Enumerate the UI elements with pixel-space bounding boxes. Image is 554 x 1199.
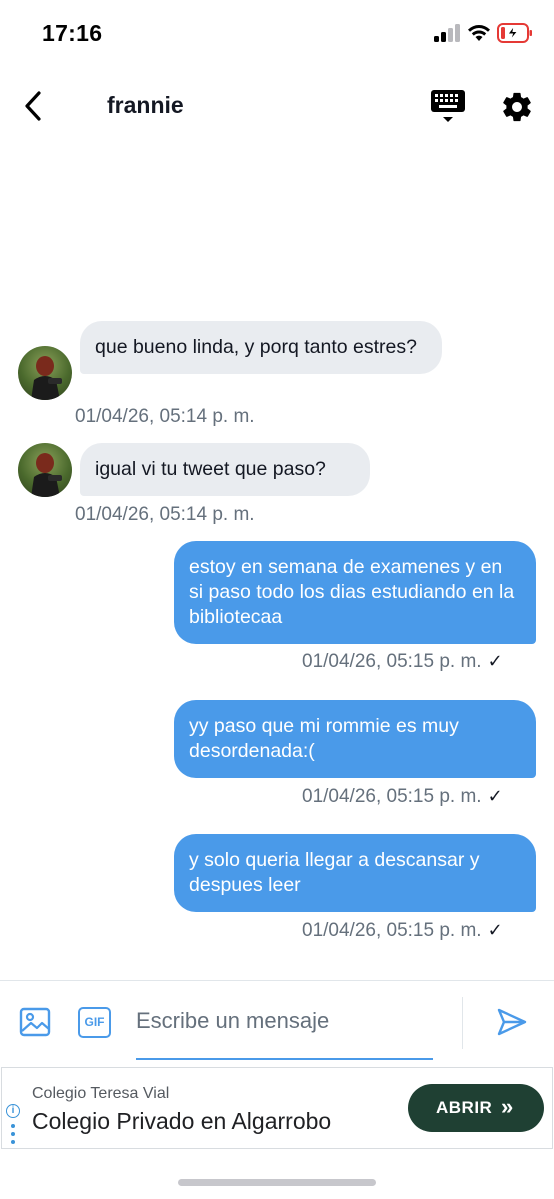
ad-options-icon[interactable] [11, 1124, 15, 1148]
message-timestamp-row: 01/04/26, 05:15 p. m. ✓ [302, 786, 503, 808]
ad-title[interactable]: Colegio Privado en Algarrobo [32, 1108, 331, 1135]
sent-check-icon: ✓ [487, 786, 503, 806]
battery-low-icon [497, 23, 532, 43]
message-bubble[interactable]: igual vi tu tweet que paso? [80, 443, 370, 496]
divider [462, 997, 463, 1049]
send-icon[interactable] [496, 1006, 528, 1038]
status-time: 17:16 [42, 20, 103, 46]
message-timestamp-row: 01/04/26, 05:15 p. m. ✓ [302, 920, 503, 942]
ad-banner[interactable]: i Colegio Teresa Vial Colegio Privado en… [1, 1067, 553, 1149]
conversation-header: frannie [0, 66, 554, 150]
message-bubble[interactable]: que bueno linda, y porq tanto estres? [80, 321, 442, 374]
double-chevron-icon: » [501, 1094, 514, 1119]
conversation-title: frannie [107, 92, 184, 118]
gif-icon[interactable]: GIF [78, 1007, 111, 1038]
message-bubble[interactable]: estoy en semana de examenes y en si paso… [174, 541, 536, 644]
back-arrow-icon[interactable] [20, 88, 48, 124]
signal-icon [434, 24, 460, 42]
message-bubble[interactable]: y solo queria llegar a descansar y despu… [174, 834, 536, 912]
message-timestamp-row: 01/04/26, 05:15 p. m. ✓ [302, 651, 503, 673]
message-timestamp: 01/04/26, 05:15 p. m. [302, 920, 482, 941]
avatar[interactable] [18, 443, 72, 497]
message-bubble[interactable]: yy paso que mi rommie es muy desordenada… [174, 700, 536, 778]
avatar[interactable] [18, 346, 72, 400]
message-composer: GIF [0, 980, 554, 1064]
keyboard-icon[interactable] [430, 88, 466, 126]
ad-info-icon[interactable]: i [6, 1104, 20, 1118]
status-bar: 17:16 [0, 0, 554, 66]
message-timestamp: 01/04/26, 05:15 p. m. [302, 651, 482, 672]
ad-open-label: ABRIR [436, 1098, 493, 1117]
message-input[interactable] [136, 1001, 433, 1041]
ad-sponsor: Colegio Teresa Vial [32, 1085, 170, 1102]
message-timestamp: 01/04/26, 05:15 p. m. [302, 786, 482, 807]
wifi-icon [468, 25, 490, 41]
home-indicator[interactable] [178, 1179, 376, 1186]
message-timestamp: 01/04/26, 05:14 p. m. [75, 504, 255, 525]
input-underline [136, 1058, 433, 1060]
sent-check-icon: ✓ [487, 920, 503, 940]
ad-open-button[interactable]: ABRIR » [408, 1084, 544, 1132]
image-icon[interactable] [19, 1006, 51, 1038]
sent-check-icon: ✓ [487, 651, 503, 671]
gear-icon[interactable] [500, 90, 534, 124]
message-timestamp: 01/04/26, 05:14 p. m. [75, 406, 255, 427]
